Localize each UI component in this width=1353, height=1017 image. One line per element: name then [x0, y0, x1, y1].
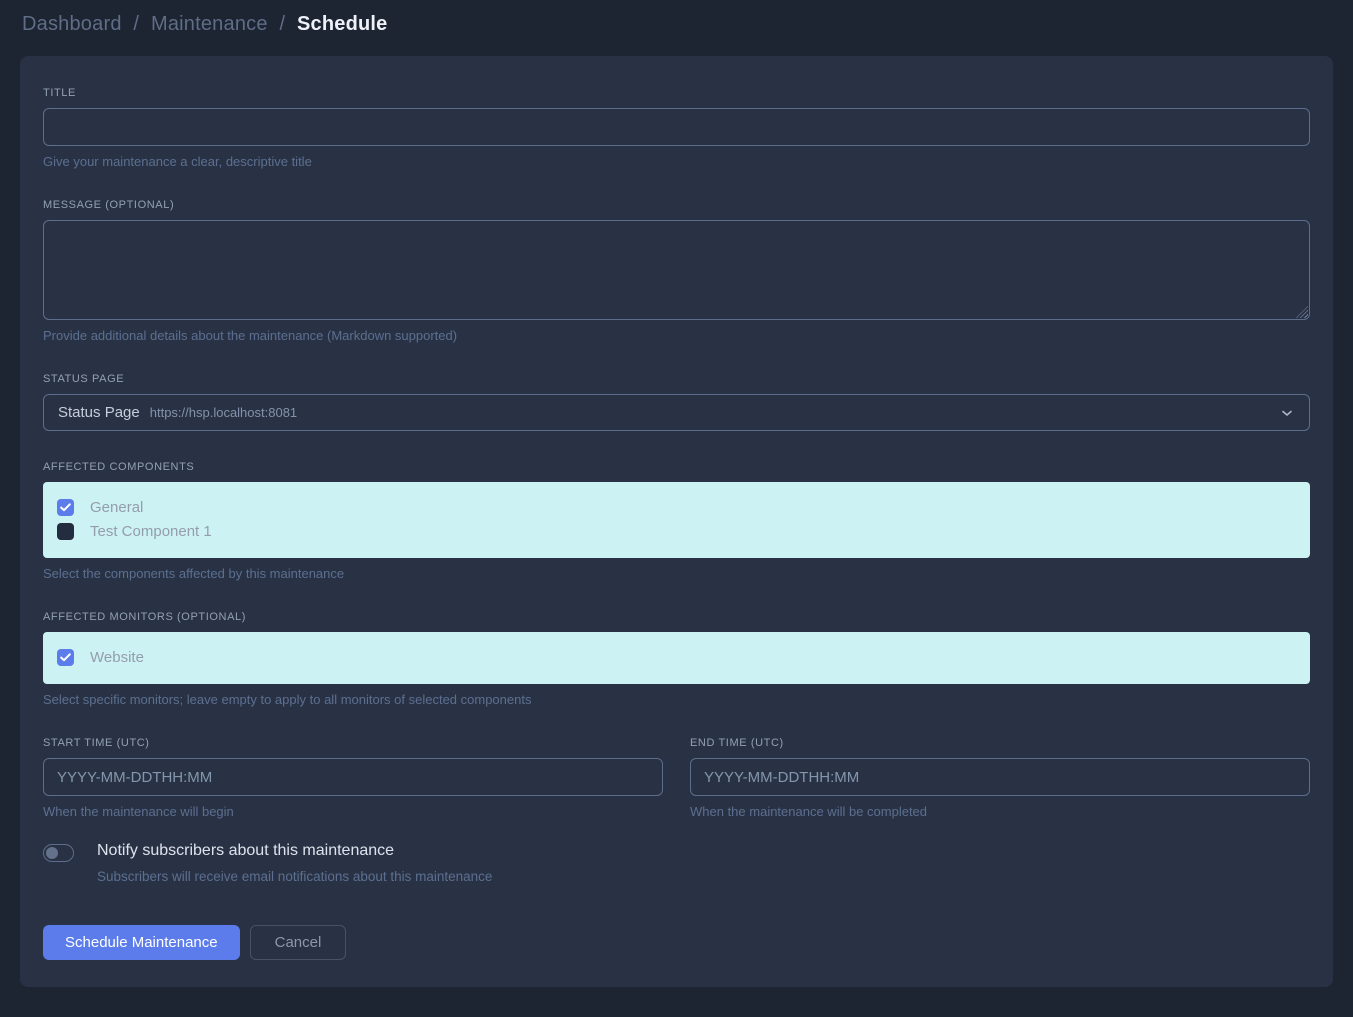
status-page-selected-url: https://hsp.localhost:8081	[150, 405, 297, 420]
title-field-group: TITLE Give your maintenance a clear, des…	[43, 87, 1310, 169]
notify-subscribers-row: Notify subscribers about this maintenanc…	[43, 842, 1310, 884]
monitor-option-label: Website	[90, 649, 144, 666]
breadcrumb-separator: /	[279, 13, 285, 35]
checkbox[interactable]	[57, 499, 74, 516]
monitor-option-website[interactable]: Website	[57, 645, 1296, 669]
title-input[interactable]	[43, 108, 1310, 146]
end-time-label: END TIME (UTC)	[690, 737, 1310, 749]
affected-components-field-group: AFFECTED COMPONENTS General Test Compone…	[43, 461, 1310, 581]
end-time-field-group: END TIME (UTC) When the maintenance will…	[690, 737, 1310, 819]
schedule-maintenance-form-card: TITLE Give your maintenance a clear, des…	[20, 56, 1333, 987]
affected-monitors-label: AFFECTED MONITORS (OPTIONAL)	[43, 611, 1310, 623]
form-actions: Schedule Maintenance Cancel	[43, 925, 1310, 960]
breadcrumb-separator: /	[133, 13, 139, 35]
check-icon	[60, 503, 71, 512]
component-option-test-component-1[interactable]: Test Component 1	[57, 519, 1296, 543]
start-time-input[interactable]	[43, 758, 663, 796]
checkbox[interactable]	[57, 523, 74, 540]
notify-subscribers-label: Notify subscribers about this maintenanc…	[97, 842, 492, 860]
affected-monitors-field-group: AFFECTED MONITORS (OPTIONAL) Website Sel…	[43, 611, 1310, 707]
page-title: Schedule	[297, 13, 388, 35]
message-textarea[interactable]	[43, 220, 1310, 320]
status-page-selected-name: Status Page	[58, 404, 140, 421]
cancel-button[interactable]: Cancel	[250, 925, 347, 960]
end-time-helper: When the maintenance will be completed	[690, 804, 1310, 819]
component-option-general[interactable]: General	[57, 495, 1296, 519]
chevron-down-icon	[1279, 405, 1295, 421]
checkbox[interactable]	[57, 649, 74, 666]
notify-subscribers-helper: Subscribers will receive email notificat…	[97, 869, 492, 884]
schedule-maintenance-button[interactable]: Schedule Maintenance	[43, 925, 240, 960]
check-icon	[60, 653, 71, 662]
time-fields-row: START TIME (UTC) When the maintenance wi…	[43, 737, 1310, 819]
start-time-label: START TIME (UTC)	[43, 737, 663, 749]
message-field-group: MESSAGE (OPTIONAL) Provide additional de…	[43, 199, 1310, 343]
affected-components-label: AFFECTED COMPONENTS	[43, 461, 1310, 473]
affected-monitors-panel: Website	[43, 632, 1310, 684]
title-helper: Give your maintenance a clear, descripti…	[43, 154, 1310, 169]
end-time-input[interactable]	[690, 758, 1310, 796]
message-helper: Provide additional details about the mai…	[43, 328, 1310, 343]
title-label: TITLE	[43, 87, 1310, 99]
notify-subscribers-toggle[interactable]	[43, 844, 74, 862]
start-time-field-group: START TIME (UTC) When the maintenance wi…	[43, 737, 663, 819]
toggle-knob	[46, 847, 58, 859]
start-time-helper: When the maintenance will begin	[43, 804, 663, 819]
status-page-label: STATUS PAGE	[43, 373, 1310, 385]
breadcrumb: Dashboard / Maintenance / Schedule	[22, 13, 1331, 36]
component-option-label: General	[90, 499, 143, 516]
status-page-select[interactable]: Status Page https://hsp.localhost:8081	[43, 394, 1310, 431]
status-page-field-group: STATUS PAGE Status Page https://hsp.loca…	[43, 373, 1310, 431]
affected-components-helper: Select the components affected by this m…	[43, 566, 1310, 581]
breadcrumb-item-maintenance[interactable]: Maintenance	[151, 13, 268, 35]
affected-monitors-helper: Select specific monitors; leave empty to…	[43, 692, 1310, 707]
affected-components-panel: General Test Component 1	[43, 482, 1310, 558]
breadcrumb-item-dashboard[interactable]: Dashboard	[22, 13, 122, 35]
top-bar: Dashboard / Maintenance / Schedule	[0, 0, 1353, 48]
component-option-label: Test Component 1	[90, 523, 212, 540]
message-label: MESSAGE (OPTIONAL)	[43, 199, 1310, 211]
